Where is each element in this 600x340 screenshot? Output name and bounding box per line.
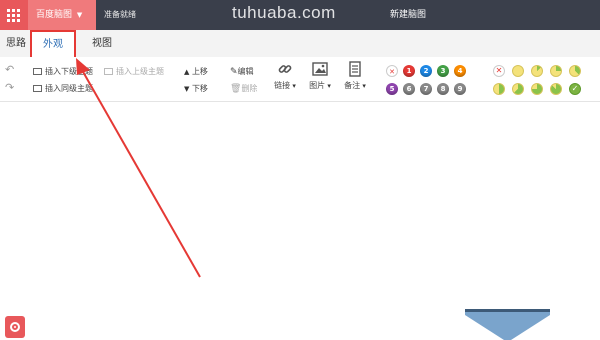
locate-root-button[interactable] [5, 316, 25, 338]
target-icon [10, 322, 20, 332]
navigator-panel[interactable] [465, 309, 550, 340]
annotation-arrow [76, 58, 201, 278]
